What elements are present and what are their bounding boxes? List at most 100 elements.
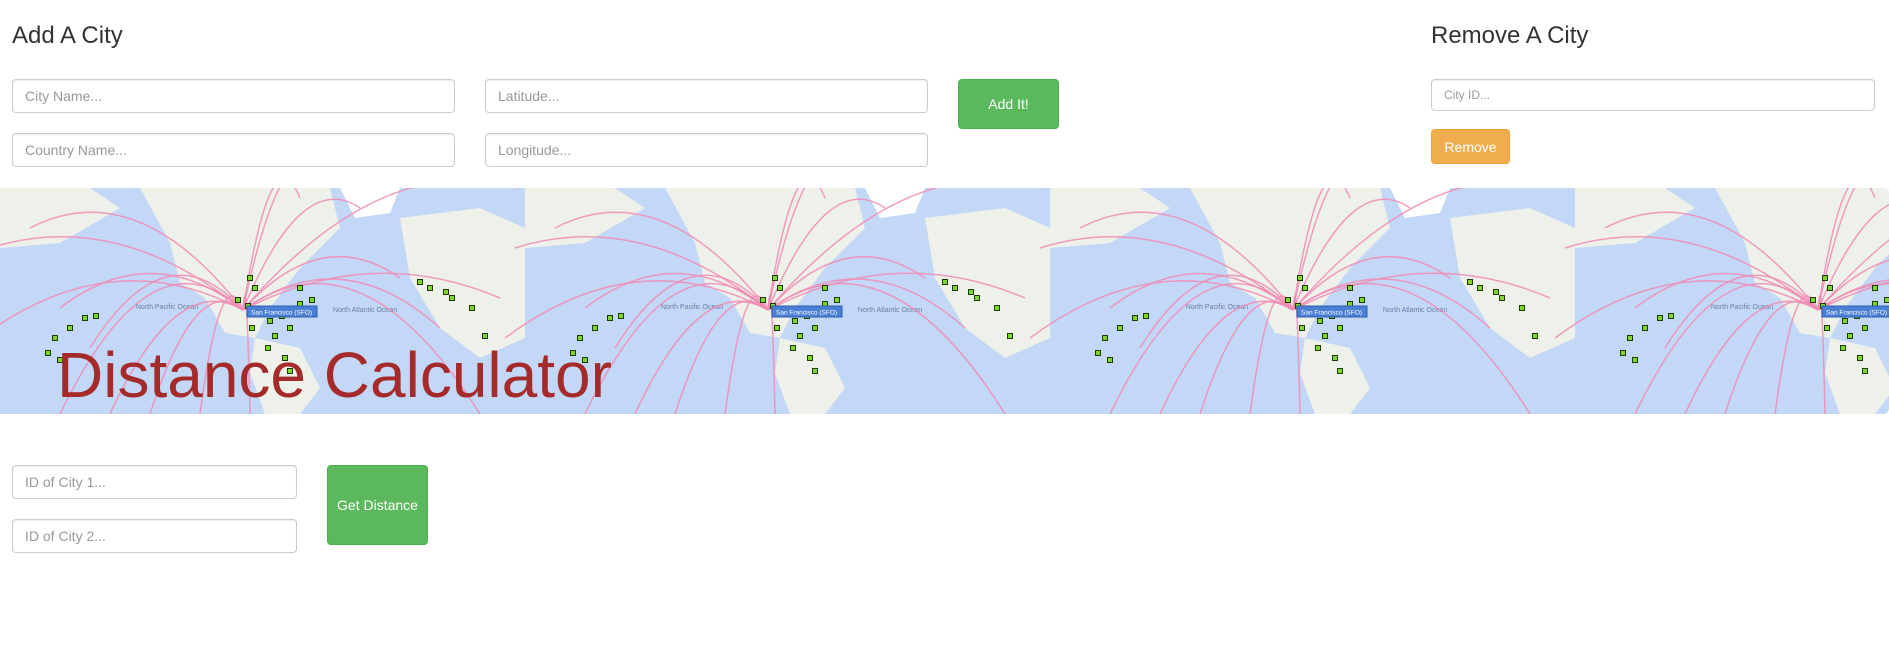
city-marker bbox=[618, 313, 624, 319]
city1-id-input[interactable] bbox=[12, 465, 297, 499]
city-marker bbox=[67, 325, 73, 331]
city-marker bbox=[247, 275, 253, 281]
city-marker bbox=[1117, 325, 1123, 331]
land-south-america bbox=[1825, 338, 1889, 414]
land-asia bbox=[525, 188, 645, 248]
city-marker bbox=[252, 285, 258, 291]
city-marker bbox=[309, 297, 315, 303]
city-marker bbox=[812, 325, 818, 331]
land-greenland bbox=[1390, 188, 1450, 218]
city-marker bbox=[93, 313, 99, 319]
city-marker bbox=[469, 305, 475, 311]
city-marker bbox=[1337, 325, 1343, 331]
city2-id-input[interactable] bbox=[12, 519, 297, 553]
city-marker bbox=[592, 325, 598, 331]
city-marker bbox=[1824, 325, 1830, 331]
land-south-america bbox=[775, 338, 845, 414]
city-marker bbox=[777, 285, 783, 291]
city-marker bbox=[1317, 318, 1323, 324]
city-marker bbox=[443, 289, 449, 295]
city-marker bbox=[1642, 325, 1648, 331]
hub-label: San Francisco (SFO) bbox=[1301, 310, 1362, 317]
city-marker bbox=[1857, 355, 1863, 361]
city-marker bbox=[1627, 335, 1633, 341]
hub-label: San Francisco (SFO) bbox=[776, 310, 837, 317]
city-marker bbox=[1297, 275, 1303, 281]
city-marker bbox=[235, 297, 241, 303]
city-marker bbox=[1477, 285, 1483, 291]
city-marker bbox=[1315, 345, 1321, 351]
city-marker bbox=[774, 325, 780, 331]
city-marker bbox=[1132, 315, 1138, 321]
land-greenland bbox=[340, 188, 400, 218]
city-marker bbox=[1519, 305, 1525, 311]
city-marker bbox=[1657, 315, 1663, 321]
city-marker bbox=[1302, 285, 1308, 291]
longitude-input[interactable] bbox=[485, 133, 928, 167]
add-city-button[interactable]: Add It! bbox=[958, 79, 1059, 129]
city-marker bbox=[760, 297, 766, 303]
city-id-input[interactable] bbox=[1431, 79, 1875, 111]
city-marker bbox=[45, 350, 51, 356]
country-name-input[interactable] bbox=[12, 133, 455, 167]
city-marker bbox=[1102, 335, 1108, 341]
remove-city-button[interactable]: Remove bbox=[1431, 129, 1510, 164]
city-marker bbox=[427, 285, 433, 291]
city-marker bbox=[797, 333, 803, 339]
city-marker bbox=[1862, 325, 1868, 331]
land-asia bbox=[1050, 188, 1170, 248]
city-marker bbox=[772, 275, 778, 281]
city-marker bbox=[1884, 297, 1889, 303]
city-marker bbox=[1493, 289, 1499, 295]
land-greenland bbox=[865, 188, 925, 218]
city-marker bbox=[607, 315, 613, 321]
city-marker bbox=[417, 279, 423, 285]
city-marker bbox=[1299, 325, 1305, 331]
city-marker bbox=[968, 289, 974, 295]
hub-label: San Francisco (SFO) bbox=[251, 310, 312, 317]
city-marker bbox=[1337, 368, 1343, 374]
city-marker bbox=[1007, 333, 1013, 339]
city-marker bbox=[1095, 350, 1101, 356]
land-south-america bbox=[1300, 338, 1370, 414]
city-marker bbox=[1840, 345, 1846, 351]
city-marker bbox=[822, 285, 828, 291]
city-marker bbox=[1107, 357, 1113, 363]
city-name-input[interactable] bbox=[12, 79, 455, 113]
city-marker bbox=[1347, 285, 1353, 291]
city-marker bbox=[272, 333, 278, 339]
city-marker bbox=[812, 368, 818, 374]
city-marker bbox=[1467, 279, 1473, 285]
city-marker bbox=[1842, 318, 1848, 324]
city-marker bbox=[952, 285, 958, 291]
city-marker bbox=[1668, 313, 1674, 319]
city-marker bbox=[449, 295, 455, 301]
city-marker bbox=[1632, 357, 1638, 363]
city-marker bbox=[1862, 368, 1868, 374]
city-marker bbox=[82, 315, 88, 321]
land-asia bbox=[0, 188, 120, 248]
city-marker bbox=[1532, 333, 1538, 339]
add-city-heading: Add A City bbox=[12, 22, 123, 49]
city-marker bbox=[1359, 297, 1365, 303]
latitude-input[interactable] bbox=[485, 79, 928, 113]
city-marker bbox=[267, 318, 273, 324]
hub-label: San Francisco (SFO) bbox=[1826, 310, 1887, 317]
get-distance-button[interactable]: Get Distance bbox=[327, 465, 428, 545]
remove-city-heading: Remove A City bbox=[1431, 22, 1589, 49]
city-marker bbox=[792, 318, 798, 324]
city-marker bbox=[1322, 333, 1328, 339]
land-asia bbox=[1575, 188, 1695, 248]
city-marker bbox=[1810, 297, 1816, 303]
page-title: Distance Calculator bbox=[57, 339, 612, 411]
city-marker bbox=[1872, 285, 1878, 291]
city-marker bbox=[942, 279, 948, 285]
city-marker bbox=[790, 345, 796, 351]
city-marker bbox=[994, 305, 1000, 311]
city-marker bbox=[297, 285, 303, 291]
city-marker bbox=[1822, 275, 1828, 281]
city-marker bbox=[482, 333, 488, 339]
city-marker bbox=[1847, 333, 1853, 339]
city-marker bbox=[1620, 350, 1626, 356]
city-marker bbox=[1499, 295, 1505, 301]
